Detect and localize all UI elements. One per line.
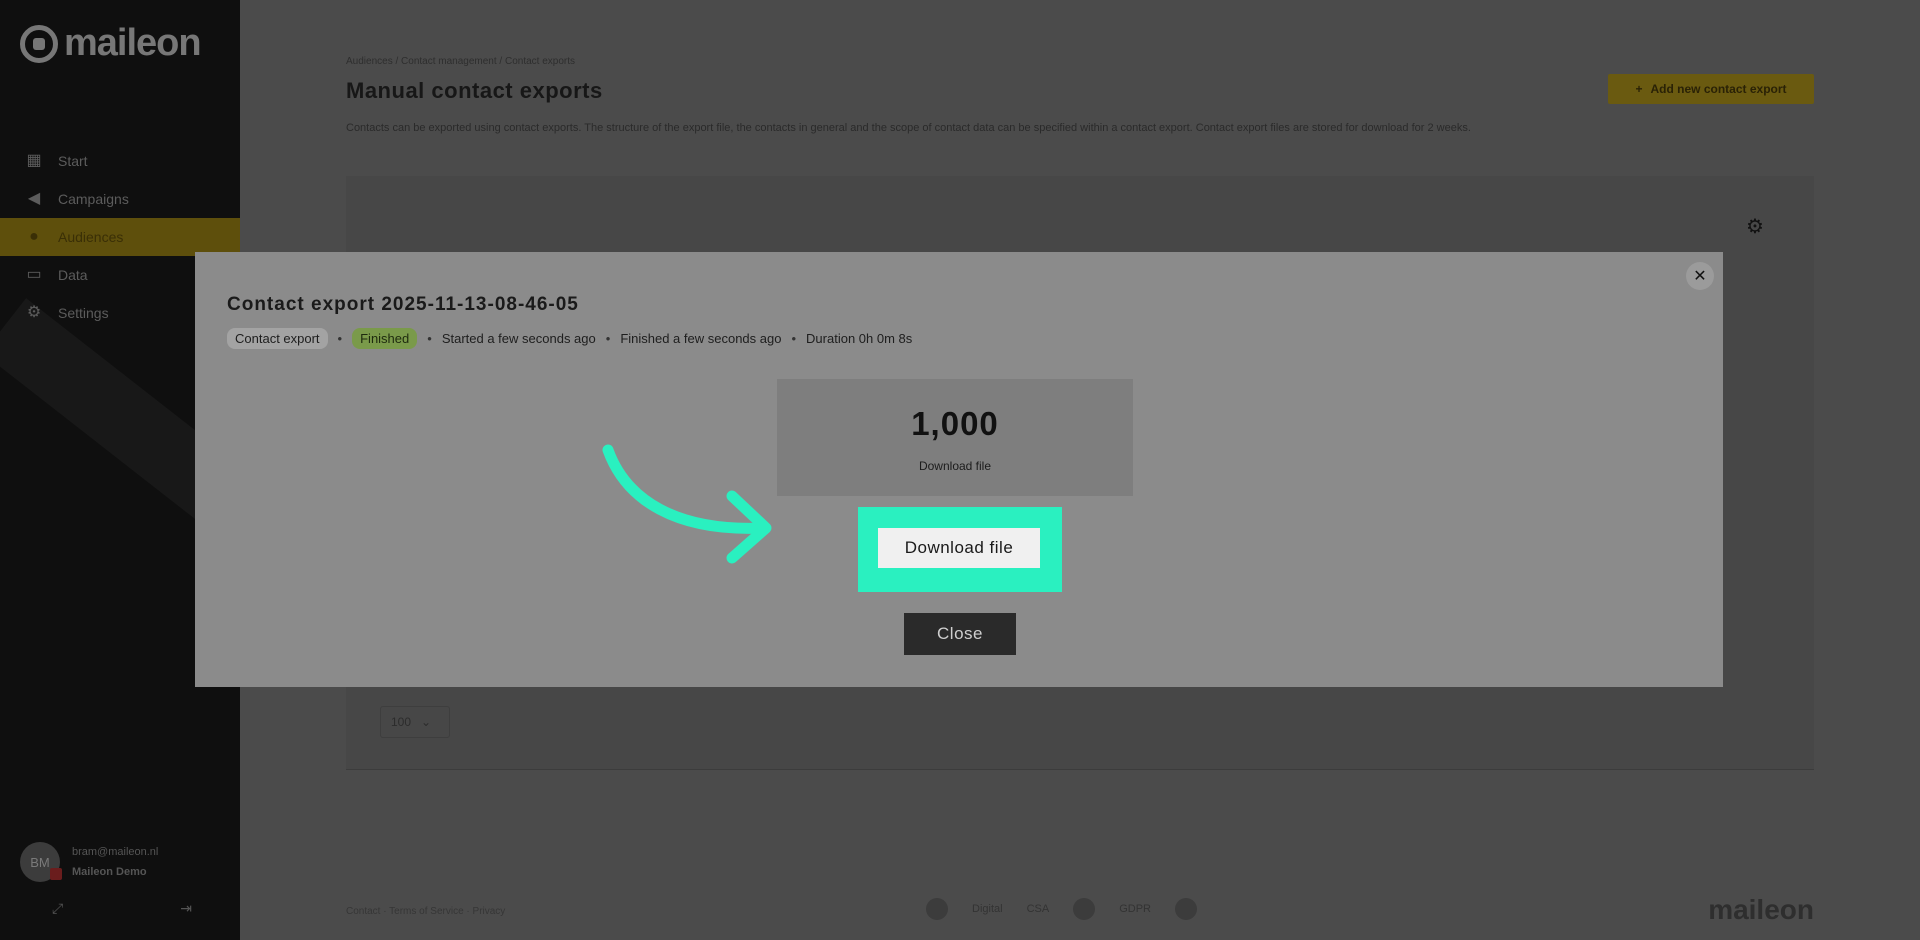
sidebar-item-campaigns[interactable]: ◀ Campaigns: [0, 180, 240, 218]
expand-icon[interactable]: ⤢: [52, 900, 63, 917]
user-profile[interactable]: BM bram@maileon.nl Maileon Demo: [20, 842, 158, 882]
page-title: Manual contact exports: [346, 78, 603, 103]
sidebar-item-label: Campaigns: [58, 191, 129, 207]
avatar: BM: [20, 842, 62, 882]
download-file-button[interactable]: Download file: [878, 528, 1040, 568]
plus-icon: +: [1635, 82, 1643, 96]
add-contact-export-button[interactable]: + Add new contact export: [1608, 74, 1814, 104]
page-size-select[interactable]: 100 ⌄: [380, 706, 450, 738]
type-badge: Contact export: [227, 328, 328, 349]
footer-text-csa: CSA: [1026, 903, 1050, 915]
chevron-down-icon: ⌄: [421, 715, 432, 729]
cert-badge-icon: [1073, 898, 1096, 920]
sidebar-item-label: Audiences: [58, 229, 124, 245]
footer-links[interactable]: Contact · Terms of Service · Privacy: [346, 906, 505, 917]
people-icon: ●: [29, 228, 39, 245]
page-size-value: 100: [391, 715, 412, 729]
footer-text-digital: Digital: [972, 903, 1003, 915]
gear-icon: ⚙: [26, 304, 42, 321]
user-account: Maileon Demo: [72, 866, 147, 878]
brand-name: maileon: [64, 22, 202, 64]
contact-count-value: 1,000: [911, 405, 999, 442]
user-info: bram@maileon.nl Maileon Demo: [72, 842, 158, 882]
contact-count-label: Download file: [918, 459, 992, 473]
cert-badge-icon: [926, 898, 948, 920]
finished-text: Finished a few seconds ago: [620, 331, 782, 346]
close-button[interactable]: Close: [904, 613, 1016, 655]
sidebar-item-start[interactable]: ▦ Start: [0, 142, 240, 180]
separator-dot: •: [605, 331, 611, 346]
started-text: Started a few seconds ago: [441, 331, 596, 346]
separator-dot: •: [427, 331, 432, 346]
contact-count-card: 1,000 Download file: [777, 379, 1133, 496]
sidebar-item-audiences[interactable]: ● Audiences: [0, 218, 240, 256]
breadcrumb[interactable]: Audiences / Contact management / Contact…: [346, 56, 575, 67]
modal-title: Contact export 2025-11-13-08-46-05: [227, 294, 579, 315]
dashboard-icon: ▦: [26, 152, 42, 169]
sidebar-item-label: Data: [58, 267, 88, 283]
footer-certifications: Digital CSA GDPR: [926, 898, 1197, 920]
logout-icon[interactable]: ⇥: [180, 900, 192, 917]
pointer-arrow-icon: [602, 444, 772, 564]
logo-at-icon: [20, 24, 58, 63]
sidebar-item-label: Settings: [58, 305, 109, 321]
folder-icon: ▭: [26, 266, 42, 283]
sidebar-item-label: Start: [58, 153, 88, 169]
user-email: bram@maileon.nl: [72, 846, 159, 858]
avatar-initials: BM: [30, 854, 50, 870]
sidebar-bottom-actions: ⤢ ⇥: [52, 900, 192, 917]
status-badge: Finished: [352, 328, 418, 349]
footer-brand-logo: maileon: [1708, 894, 1814, 925]
export-meta-row: Contact export • Finished • Started a fe…: [227, 328, 912, 349]
separator-dot: •: [337, 331, 343, 346]
megaphone-icon: ◀: [27, 190, 41, 207]
separator-dot: •: [791, 331, 797, 346]
footer-text-gdpr: GDPR: [1119, 903, 1151, 915]
table-settings-gear-icon[interactable]: ⚙: [1746, 214, 1764, 239]
add-button-label: Add new contact export: [1650, 82, 1787, 96]
page-description: Contacts can be exported using contact e…: [346, 122, 1471, 134]
flag-icon: [50, 868, 62, 880]
modal-close-icon[interactable]: ✕: [1686, 262, 1714, 290]
duration-text: Duration 0h 0m 8s: [806, 331, 913, 346]
cert-badge-icon: [1174, 898, 1197, 920]
brand-logo[interactable]: maileon: [20, 22, 202, 65]
